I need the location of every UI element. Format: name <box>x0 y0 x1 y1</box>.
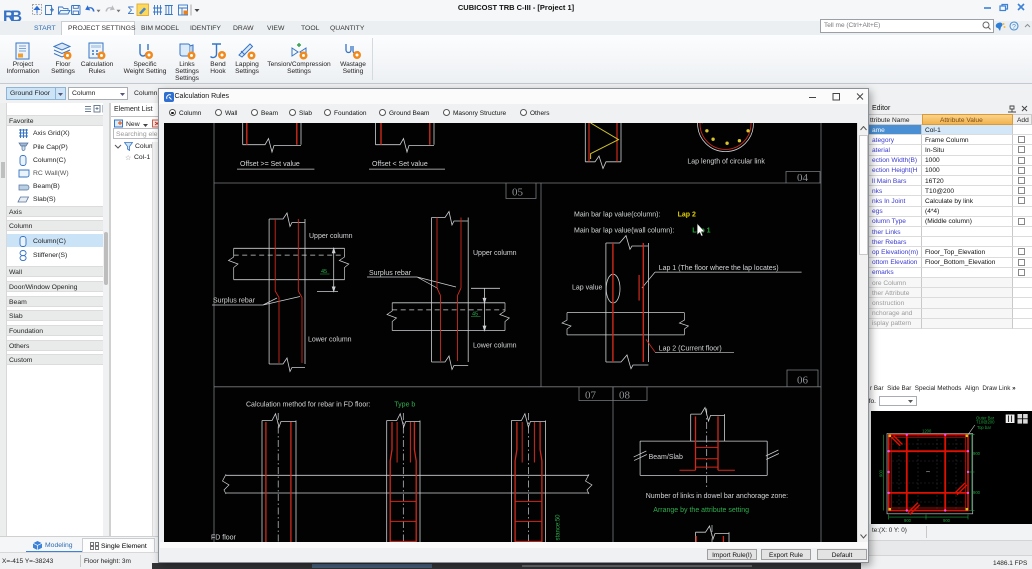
svg-text:08: 08 <box>619 390 631 402</box>
svg-text:Upper column: Upper column <box>473 250 517 257</box>
svg-text:04: 04 <box>797 172 809 184</box>
svg-text:Calculation method for rebar i: Calculation method for rebar in FD floor… <box>246 402 371 409</box>
svg-text:Upper column: Upper column <box>309 233 353 240</box>
svg-text:FD floor: FD floor <box>211 535 237 542</box>
svg-text:Surplus rebar: Surplus rebar <box>369 270 412 277</box>
svg-text:Arrange by the attribute setti: Arrange by the attribute setting <box>653 507 749 514</box>
svg-text:05: 05 <box>512 187 524 199</box>
svg-text:06: 06 <box>797 375 809 387</box>
svg-text:Lap length of circular link: Lap length of circular link <box>687 159 765 166</box>
svg-text:Offset >= Set value: Offset >= Set value <box>240 161 300 168</box>
svg-text:Offset < Set value: Offset < Set value <box>372 161 428 168</box>
svg-text:Lap 1 (The floor where the lap: Lap 1 (The floor where the lap locates) <box>659 265 779 272</box>
svg-text:Type b: Type b <box>394 402 415 409</box>
svg-text:?: ? <box>1012 24 1016 31</box>
svg-text:Lower column: Lower column <box>308 337 352 344</box>
svg-text:Top bar: Top bar <box>977 425 992 430</box>
svg-text:Surplus rebar: Surplus rebar <box>213 298 256 305</box>
svg-text:900: 900 <box>943 518 951 523</box>
svg-text:900: 900 <box>973 490 981 495</box>
svg-text:Lower column: Lower column <box>473 343 517 350</box>
svg-text:Lap value: Lap value <box>572 285 602 292</box>
svg-text:Lap 2: Lap 2 <box>678 212 696 219</box>
svg-text:Main bar lap value(wall column: Main bar lap value(wall column): <box>574 228 674 235</box>
svg-text:900: 900 <box>904 518 912 523</box>
svg-text:07: 07 <box>585 390 597 402</box>
svg-text:Beam/Slab: Beam/Slab <box>649 454 683 461</box>
svg-text:900: 900 <box>973 451 981 456</box>
svg-text:Number of links in dowel bar a: Number of links in dowel bar anchorage z… <box>646 493 788 500</box>
svg-text:1200: 1200 <box>922 429 932 434</box>
svg-text:T10@200: T10@200 <box>976 420 995 425</box>
svg-text:Main bar lap value(column):: Main bar lap value(column): <box>574 212 660 219</box>
svg-text:Lap 2 (Current floor): Lap 2 (Current floor) <box>659 346 722 353</box>
svg-text:stance:50: stance:50 <box>556 514 562 541</box>
svg-text:900: 900 <box>879 469 884 477</box>
